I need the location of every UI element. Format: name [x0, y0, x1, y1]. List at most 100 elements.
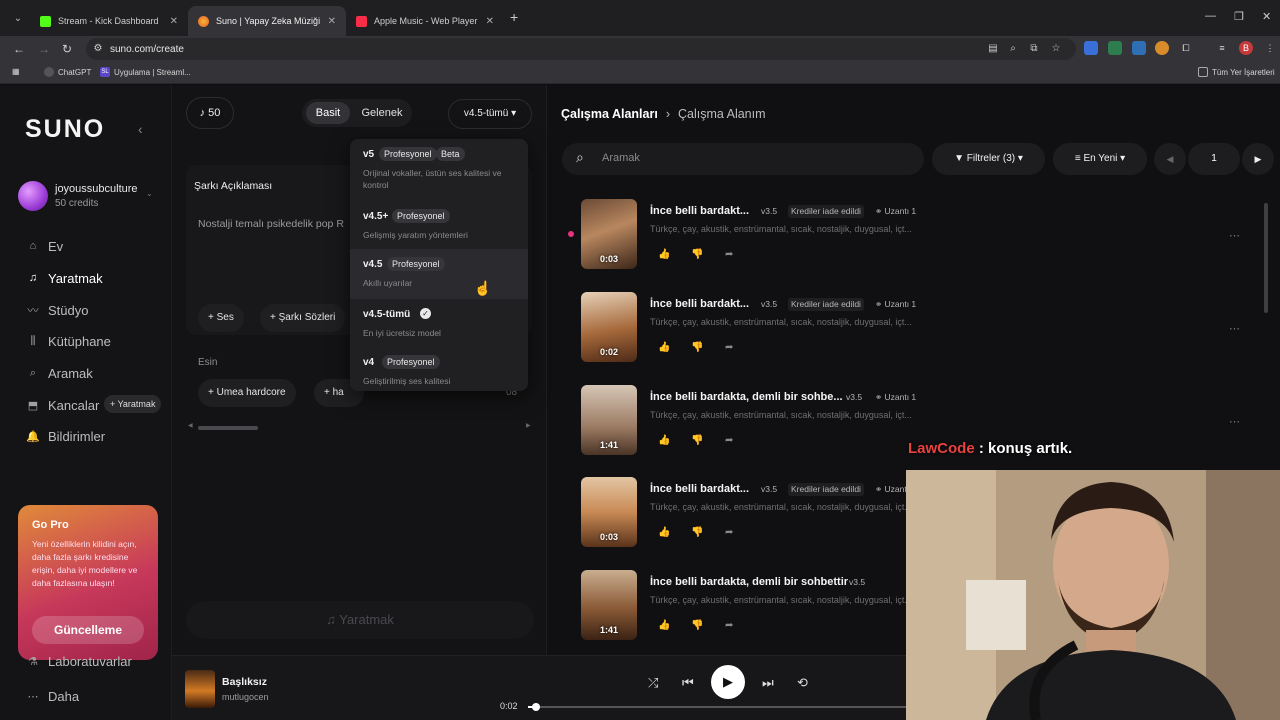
progress-knob[interactable]	[531, 703, 540, 711]
extension-icon[interactable]	[1084, 41, 1098, 55]
hooks-create-button[interactable]: + Yaratmak	[104, 395, 162, 413]
more-options-icon[interactable]: ⋯	[1229, 322, 1240, 335]
install-icon[interactable]: ⧉	[1027, 42, 1041, 56]
prev-page-icon[interactable]: ◀	[1154, 143, 1186, 175]
song-title[interactable]: İnce belli bardakta, demli bir sohbe...	[650, 391, 843, 403]
share-icon[interactable]: ➦	[725, 435, 733, 446]
song-row[interactable]: 0:03 İnce belli bardakt... v3.5 Krediler…	[548, 199, 1248, 279]
close-tab-icon[interactable]: ✕	[328, 16, 336, 27]
shuffle-icon[interactable]: ⤮	[648, 675, 658, 691]
mode-custom-button[interactable]: Gelenek	[356, 102, 408, 124]
song-title[interactable]: İnce belli bardakt...	[650, 483, 749, 495]
forward-icon[interactable]: →	[35, 40, 53, 58]
previous-icon[interactable]: ⏮	[682, 675, 694, 691]
all-bookmarks-folder[interactable]: Tüm Yer İşaretleri	[1198, 67, 1275, 77]
address-bar[interactable]: ⚙ suno.com/create ▤ ⌕ ⧉ ☆	[86, 38, 1076, 60]
version-option-v45-all[interactable]: v4.5-tümü ✓ En iyi ücretsiz model	[350, 299, 528, 349]
upgrade-button[interactable]: Güncelleme	[32, 616, 144, 644]
version-option-v4[interactable]: v4 Profesyonel Geliştirilmiş ses kalites…	[350, 347, 528, 391]
reload-icon[interactable]: ↻	[58, 40, 76, 58]
chevron-down-icon[interactable]: ⌄	[146, 189, 153, 198]
bookmark-streamlabs[interactable]: SL Uygulama | Streaml...	[100, 67, 191, 77]
restore-icon[interactable]: ❐	[1234, 10, 1244, 23]
song-cover[interactable]: 1:41	[581, 385, 637, 455]
apps-grid-icon[interactable]: ▦	[12, 67, 20, 76]
sort-button[interactable]: ≡ En Yeni ▾	[1053, 143, 1147, 175]
menu-kebab-icon[interactable]: ⋮	[1263, 41, 1277, 55]
thumbs-up-icon[interactable]: 👍	[658, 620, 670, 631]
version-select[interactable]: v4.5-tümü ▾	[448, 99, 532, 129]
song-cover[interactable]: 0:03	[581, 199, 637, 269]
song-cover[interactable]: 0:02	[581, 292, 637, 362]
share-icon[interactable]: ➦	[725, 249, 733, 260]
scroll-left-icon[interactable]: ◀	[188, 422, 193, 429]
tab-apple-music[interactable]: Apple Music - Web Player ✕	[346, 6, 504, 36]
sidebar-item-home[interactable]: ⌂ Ev	[26, 236, 64, 256]
play-button[interactable]: ▶	[711, 665, 745, 699]
extension-icon[interactable]	[1155, 41, 1169, 55]
filters-button[interactable]: ▼ Filtreler (3) ▾	[932, 143, 1045, 175]
share-icon[interactable]: ➦	[725, 342, 733, 353]
thumbs-up-icon[interactable]: 👍	[658, 249, 670, 260]
suno-logo[interactable]: SUNO	[25, 115, 105, 144]
close-tab-icon[interactable]: ✕	[170, 16, 178, 27]
page-number[interactable]: 1	[1188, 143, 1240, 175]
collapse-sidebar-icon[interactable]: ‹	[138, 121, 143, 137]
create-button[interactable]: ♫ Yaratmak	[186, 601, 534, 639]
progress-bar[interactable]	[528, 703, 908, 711]
version-option-v5[interactable]: v5 Profesyonel Beta Orijinal vokaller, ü…	[350, 139, 528, 190]
next-page-icon[interactable]: ▶	[1242, 143, 1274, 175]
tab-suno[interactable]: Suno | Yapay Zeka Müziği ✕	[188, 6, 346, 36]
version-option-v45plus[interactable]: v4.5+ Profesyonel Gelişmiş yaratım yönte…	[350, 201, 528, 251]
vertical-scrollbar[interactable]	[1264, 203, 1268, 313]
thumbs-down-icon[interactable]: 👎	[691, 620, 703, 631]
new-tab-button[interactable]: +	[510, 9, 518, 25]
inspiration-scrollbar[interactable]	[198, 426, 258, 430]
share-icon[interactable]: ➦	[725, 527, 733, 538]
profile-avatar[interactable]: B	[1239, 41, 1253, 55]
more-options-icon[interactable]: ⋯	[1229, 415, 1240, 428]
extension-icon[interactable]	[1132, 41, 1146, 55]
scroll-right-icon[interactable]: ▶	[526, 422, 531, 429]
more-options-icon[interactable]: ⋯	[1229, 229, 1240, 242]
repeat-icon[interactable]: ⟲	[797, 675, 808, 691]
sidebar-item-labs[interactable]: ⚗ Laboratuvarlar	[26, 651, 132, 671]
now-playing-artist[interactable]: mutlugocen	[222, 692, 269, 702]
inspiration-chip[interactable]: + Umea hardcore	[198, 379, 296, 407]
song-description-input[interactable]: Nostalji temalı psikedelik pop R	[198, 218, 353, 230]
thumbs-up-icon[interactable]: 👍	[658, 342, 670, 353]
now-playing-cover[interactable]	[185, 670, 215, 708]
sidebar-item-library[interactable]: ⫼ Kütüphane	[26, 331, 110, 351]
share-icon[interactable]: ➦	[725, 620, 733, 631]
thumbs-up-icon[interactable]: 👍	[658, 527, 670, 538]
extension-icon[interactable]	[1108, 41, 1122, 55]
song-title[interactable]: İnce belli bardakt...	[650, 205, 749, 217]
translate-icon[interactable]: ▤	[986, 42, 1000, 56]
sidebar-item-hooks[interactable]: ⬒ Kancalar	[26, 395, 100, 415]
thumbs-down-icon[interactable]: 👎	[691, 342, 703, 353]
mode-simple-button[interactable]: Basit	[306, 102, 350, 124]
thumbs-down-icon[interactable]: 👎	[691, 249, 703, 260]
breadcrumb-root[interactable]: Çalışma Alanları	[561, 107, 658, 121]
extensions-puzzle-icon[interactable]: ⧠	[1179, 41, 1193, 55]
avatar[interactable]	[18, 181, 48, 211]
reading-list-icon[interactable]: ≡	[1215, 41, 1229, 55]
sidebar-item-studio[interactable]: 〰 Stüdyo	[26, 300, 89, 320]
song-cover[interactable]: 1:41	[581, 570, 637, 640]
bookmark-chatgpt[interactable]: ChatGPT	[44, 67, 91, 77]
minimize-icon[interactable]: —	[1205, 10, 1216, 22]
back-icon[interactable]: ←	[10, 40, 28, 58]
thumbs-down-icon[interactable]: 👎	[691, 527, 703, 538]
audio-button[interactable]: + Ses	[198, 304, 244, 332]
lyrics-button[interactable]: + Şarkı Sözleri	[260, 304, 346, 332]
song-title[interactable]: İnce belli bardakt...	[650, 298, 749, 310]
bookmark-star-icon[interactable]: ☆	[1049, 42, 1063, 56]
song-cover[interactable]: 0:03	[581, 477, 637, 547]
sidebar-item-create[interactable]: ♫ Yaratmak	[26, 268, 103, 288]
sidebar-item-more[interactable]: ⋯ Daha	[26, 686, 80, 706]
sidebar-item-notifications[interactable]: 🔔 Bildirimler	[26, 426, 105, 446]
thumbs-down-icon[interactable]: 👎	[691, 435, 703, 446]
username[interactable]: joyoussubculture	[55, 183, 138, 195]
close-tab-icon[interactable]: ✕	[486, 16, 494, 27]
song-row[interactable]: 0:02 İnce belli bardakt... v3.5 Krediler…	[548, 292, 1248, 372]
